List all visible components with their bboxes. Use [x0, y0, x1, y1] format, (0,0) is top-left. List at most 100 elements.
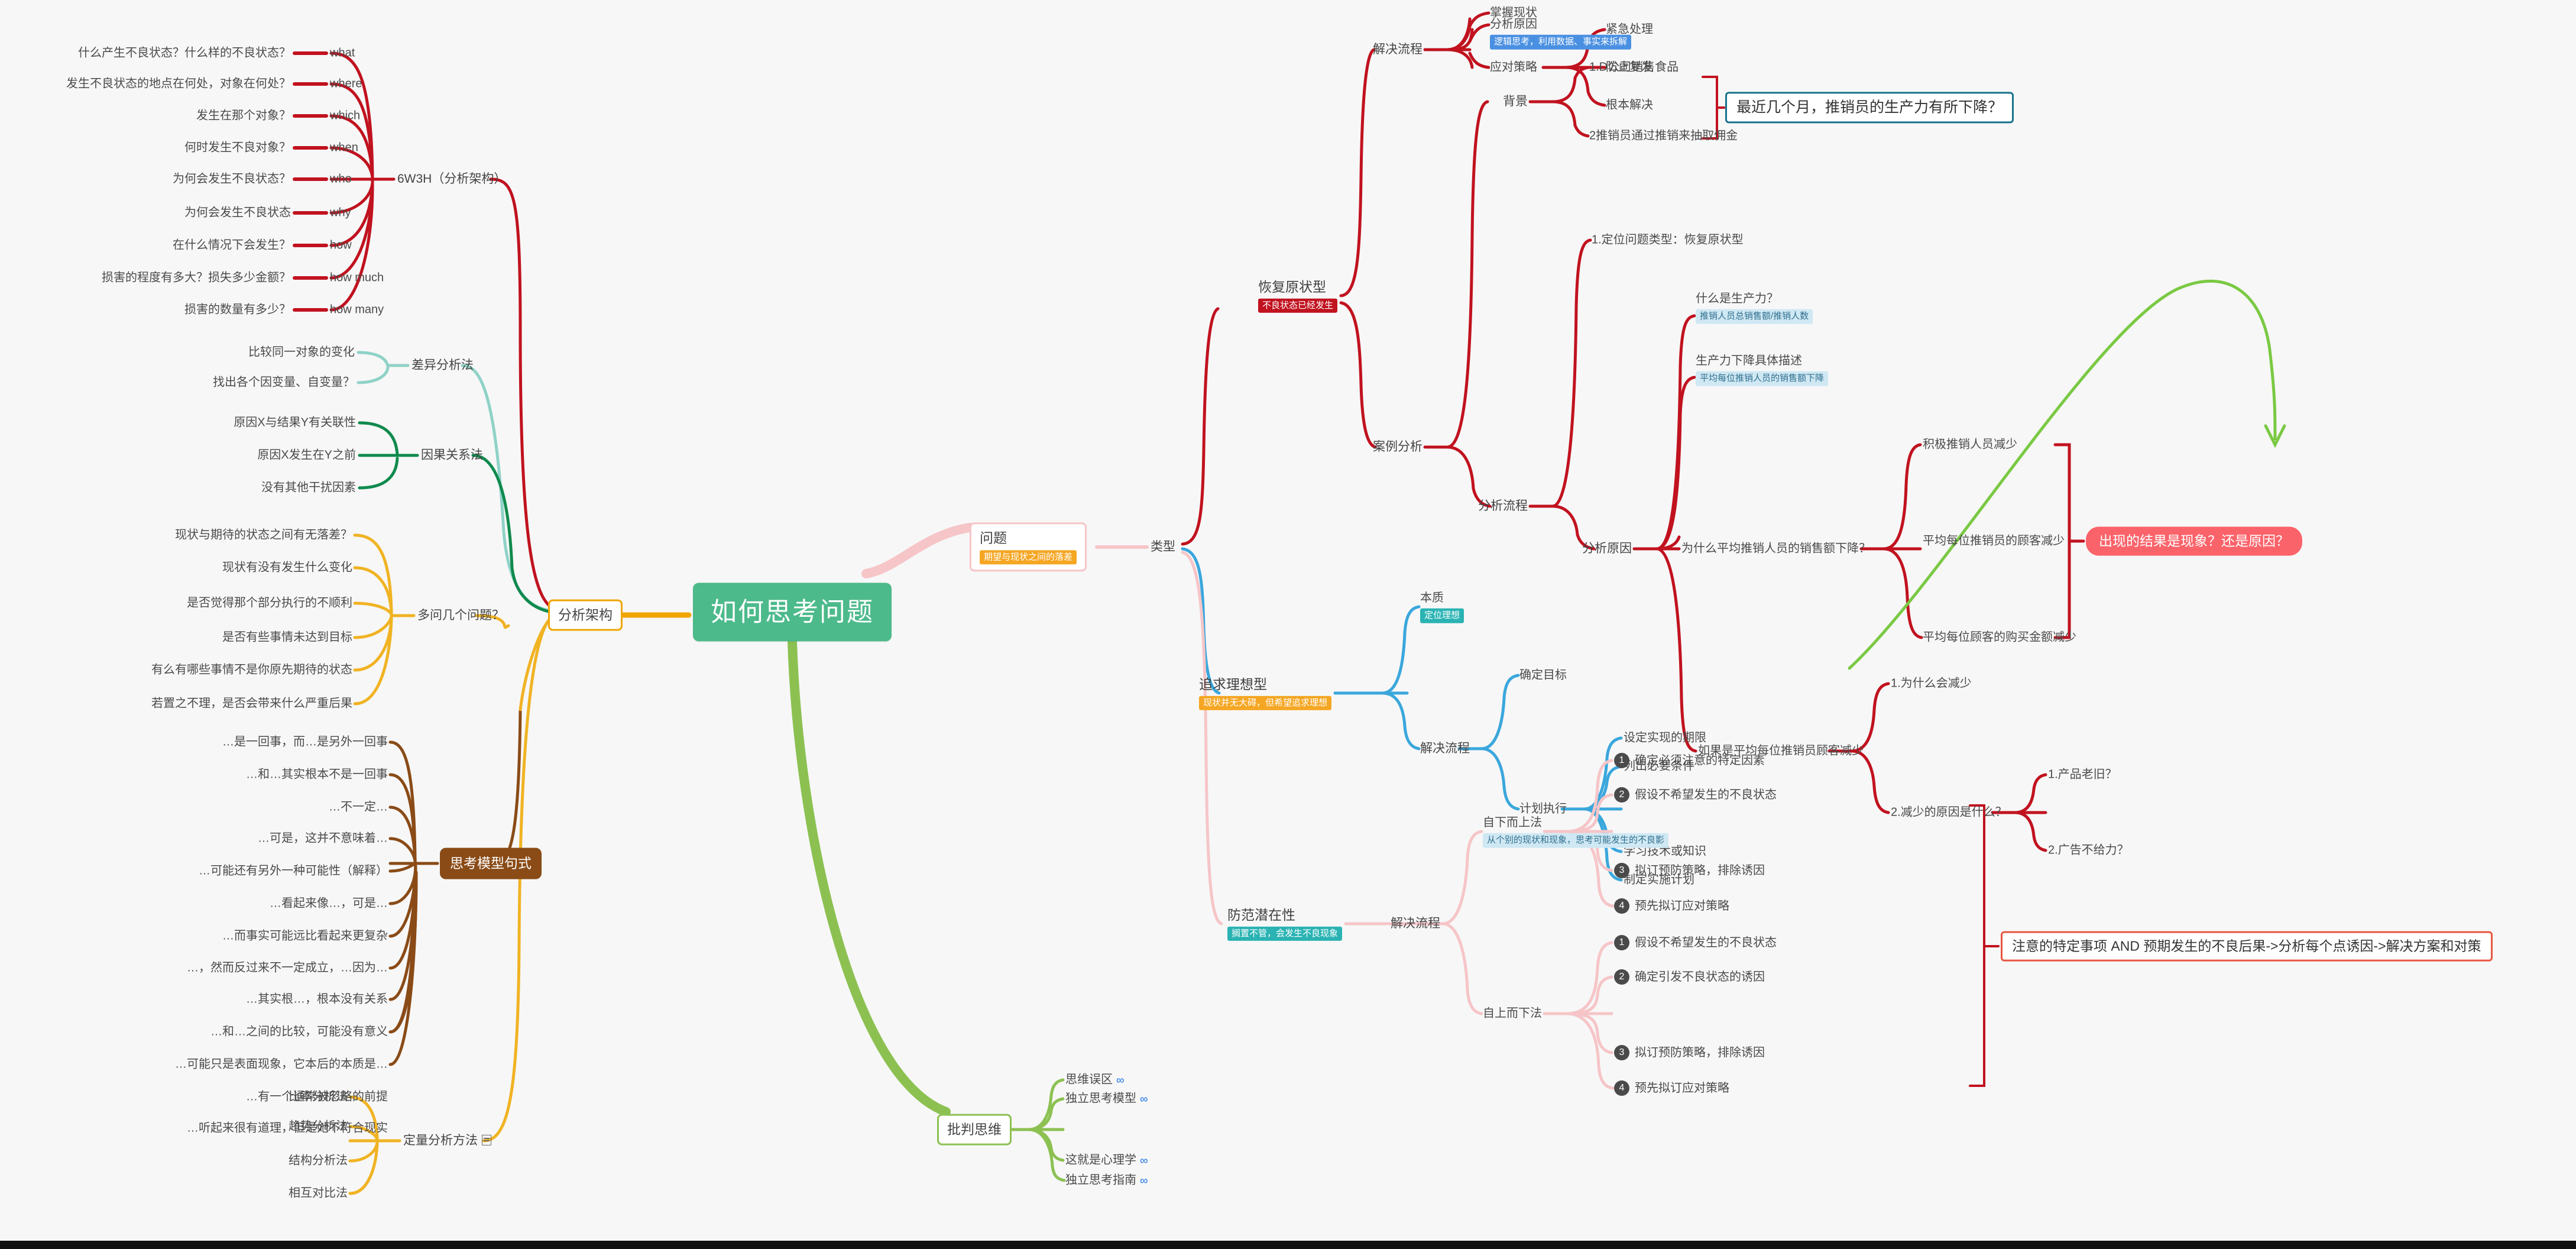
branch-analysis-framework[interactable]: 分析架构 [548, 599, 623, 631]
prevent-method-top-down: 自上而下法 [1483, 1007, 1542, 1020]
leaf-causal-0: 原因X与结果Y有关联性 [234, 416, 356, 429]
critical-item-0[interactable]: 思维误区 ∞ [1065, 1073, 1125, 1088]
ideal-plan-child-0: 设定实现的期限 [1624, 731, 1706, 745]
bottom-up-step-3: 4 预先拟订应对策略 [1614, 898, 1729, 914]
ideal-step-plan-execute: 计划执行 [1519, 802, 1567, 816]
link-icon[interactable]: ∞ [1140, 1093, 1148, 1107]
critical-item-2[interactable]: 这就是心理学 ∞ [1065, 1153, 1148, 1168]
leaf-6w3h-q-2: 发生在那个对象？ [196, 109, 291, 122]
restore-case-study[interactable]: 案例分析 [1373, 439, 1423, 455]
leaf-6w3h-k-4: who [330, 172, 352, 186]
leaf-quant-0: 比率分析法 [289, 1090, 348, 1104]
critical-item-1[interactable]: 独立思考模型 ∞ [1065, 1092, 1148, 1106]
ideal-step-define-goal: 确定目标 [1519, 668, 1567, 682]
group-6w3h[interactable]: 6W3H（分析架构） [397, 172, 506, 187]
group-ask-more-questions[interactable]: 多问几个问题？ [417, 608, 504, 623]
list-icon [482, 1134, 491, 1146]
link-icon[interactable]: ∞ [1140, 1174, 1148, 1189]
top-down-step-2: 3 拟订预防策略，排除诱因 [1614, 1045, 1765, 1060]
type-prevent-potential-label: 防范潜在性 [1227, 907, 1295, 923]
number-badge-3: 3 [1614, 863, 1629, 878]
restore-strategy-2: 根本解决 [1606, 98, 1653, 112]
leaf-ask-4: 有么有哪些事情不是你原先期待的状态 [151, 663, 352, 677]
link-icon[interactable]: ∞ [1140, 1154, 1148, 1169]
leaf-6w3h-k-2: which [330, 109, 361, 122]
critical-item-3[interactable]: 独立思考指南 ∞ [1065, 1173, 1148, 1188]
leaf-pattern-10: …可能只是表面现象，它本后的本质是… [175, 1057, 388, 1071]
cause-item-3-sub-1: 2.广告不给力？ [2048, 843, 2129, 857]
type-restore-original[interactable]: 恢复原状型 不良状态已经发生 [1258, 279, 1337, 313]
branch-critical-thinking[interactable]: 批判思维 [937, 1114, 1012, 1146]
case-cause-analysis[interactable]: 分析原因 [1582, 541, 1632, 556]
case-background[interactable]: 背景 [1503, 94, 1528, 109]
top-down-step-1-label: 确定引发不良状态的诱因 [1635, 970, 1765, 983]
type-restore-original-label: 恢复原状型 [1258, 279, 1326, 295]
bottom-up-step-3-label: 预先拟订应对策略 [1635, 899, 1729, 913]
cause-item-2-child-1: 平均每位推销员的顾客减少 [1923, 534, 2065, 548]
leaf-6w3h-q-3: 何时发生不良对象？ [184, 141, 291, 154]
group-quantitative-methods[interactable]: 定量分析方法 [403, 1133, 491, 1148]
leaf-6w3h-q-0: 什么产生不良状态？什么样的不良状态？ [78, 46, 291, 60]
leaf-ask-0: 现状与期待的状态之间有无落差？ [175, 528, 352, 542]
leaf-pattern-7: …，然而反过来不一定成立，…因为… [187, 961, 388, 975]
critical-item-2-label: 这就是心理学 [1065, 1153, 1136, 1167]
top-down-step-3-label: 预先拟订应对策略 [1635, 1081, 1729, 1095]
type-pursue-ideal-tag: 现状并无大碍，但希望追求理想 [1198, 695, 1331, 711]
number-badge-4: 4 [1614, 898, 1629, 914]
prevent-solve-process[interactable]: 解决流程 [1391, 916, 1440, 931]
bottom-up-step-2: 3 拟订预防策略，排除诱因 [1614, 863, 1765, 878]
mindmap-canvas: 如何思考问题 分析架构 6W3H（分析架构） 什么产生不良状态？什么样的不良状态… [0, 0, 2576, 1249]
leaf-pattern-12: …听起来很有道理，但是她不符合现实 [187, 1121, 388, 1135]
leaf-pattern-9: …和…之间的比较，可能没有意义 [210, 1025, 388, 1038]
critical-item-0-label: 思维误区 [1065, 1073, 1113, 1086]
cause-item-2: 为什么平均推销人员的销售额下降？ [1681, 542, 1871, 555]
case-background-callout: 最近几个月，推销员的生产力有所下降？ [1725, 92, 2014, 124]
leaf-quant-1: 趋势分析法 [289, 1119, 348, 1133]
cause-pill-note: 出现的结果是现象？还是原因？ [2086, 526, 2302, 556]
bottom-up-step-0: 1 确定必须注意的特定因素 [1614, 753, 1765, 768]
node-problem-types[interactable]: 类型 [1151, 539, 1175, 555]
critical-item-1-label: 独立思考模型 [1065, 1092, 1136, 1105]
leaf-6w3h-q-8: 损害的数量有多少？ [184, 303, 291, 316]
prevent-method-bottom-up-tag: 从个别的现状和现象，思考可能发生的不良影 [1483, 833, 1669, 848]
leaf-6w3h-k-6: how [330, 238, 352, 252]
type-pursue-ideal-label: 追求理想型 [1198, 676, 1267, 692]
case-analysis-step1: 1.定位问题类型：恢复原状型 [1592, 233, 1744, 247]
type-pursue-ideal[interactable]: 追求理想型 现状并无大碍，但希望追求理想 [1198, 676, 1331, 711]
cause-item-1-label: 生产力下降具体描述 [1696, 354, 1802, 367]
leaf-diff-0: 比较同一对象的变化 [248, 345, 355, 359]
leaf-pattern-6: …而事实可能远比看起来更复杂 [222, 929, 388, 943]
root-node[interactable]: 如何思考问题 [693, 583, 892, 642]
case-analysis-flow[interactable]: 分析流程 [1478, 499, 1528, 514]
cause-item-1: 生产力下降具体描述 平均每位推销人员的销售额下降 [1696, 354, 1829, 386]
top-down-step-2-label: 拟订预防策略，排除诱因 [1635, 1046, 1765, 1059]
ideal-essence: 本质 定位理想 [1420, 591, 1464, 623]
cause-item-3-child-0: 1.为什么会减少 [1891, 677, 1972, 690]
cause-item-0-tag: 推销人员总销售额/推销人数 [1696, 309, 1813, 324]
leaf-diff-1: 找出各个因变量、自变量？ [213, 376, 355, 389]
group-quantitative-methods-label: 定量分析方法 [403, 1133, 478, 1147]
ideal-solve-process[interactable]: 解决流程 [1420, 741, 1470, 756]
leaf-ask-3: 是否有些事情未达到目标 [222, 630, 352, 644]
cause-item-2-child-0: 积极推销人员减少 [1923, 438, 2017, 451]
leaf-6w3h-k-1: where [330, 77, 362, 90]
cause-item-0-label: 什么是生产力？ [1696, 292, 1778, 305]
leaf-ask-1: 现状有没有发生什么变化 [222, 561, 352, 574]
group-thinking-sentence-patterns[interactable]: 思考模型句式 [440, 847, 542, 879]
leaf-pattern-8: …其实根…，根本没有关系 [246, 992, 388, 1006]
branch-problem[interactable]: 问题 期望与现状之间的落差 [970, 522, 1087, 572]
ideal-essence-tag: 定位理想 [1420, 608, 1464, 623]
prevent-method-bottom-up-label: 自下而上法 [1483, 816, 1542, 829]
link-icon[interactable]: ∞ [1116, 1074, 1125, 1088]
group-difference-analysis[interactable]: 差异分析法 [411, 358, 474, 373]
leaf-6w3h-q-6: 在什么情况下会发生？ [173, 238, 291, 252]
cause-item-3-sub-0: 1.产品老旧？ [2048, 768, 2117, 781]
number-badge-2: 2 [1614, 969, 1629, 985]
leaf-pattern-5: …看起来像…，可是… [270, 897, 388, 910]
bottom-up-step-2-label: 拟订预防策略，排除诱因 [1635, 863, 1765, 877]
restore-solve-process[interactable]: 解决流程 [1373, 42, 1423, 57]
leaf-quant-3: 相互对比法 [289, 1186, 348, 1200]
group-causal-analysis[interactable]: 因果关系法 [421, 448, 483, 463]
type-prevent-potential[interactable]: 防范潜在性 搁置不管，会发生不良现象 [1227, 907, 1342, 941]
ideal-essence-label: 本质 [1420, 591, 1444, 604]
